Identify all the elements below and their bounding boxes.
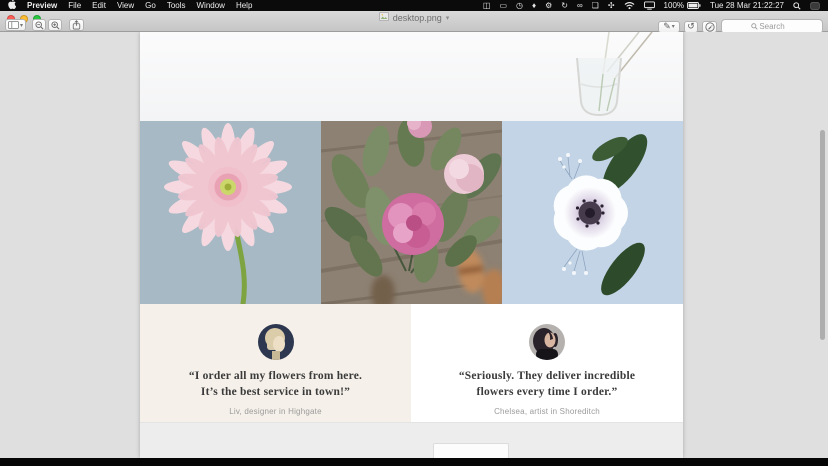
quote-author: Chelsea, artist in Shoreditch — [494, 407, 600, 416]
search-icon — [751, 23, 758, 30]
photo-grid — [140, 121, 683, 304]
battery-icon — [687, 2, 701, 9]
display-icon[interactable]: ▭ — [499, 1, 507, 10]
sidebar-chevron-icon: ▾ — [20, 22, 23, 29]
spotlight-icon[interactable] — [793, 2, 801, 10]
avatar-liv — [258, 324, 294, 360]
next-section — [140, 422, 683, 458]
battery-percent: 100% — [664, 0, 684, 11]
quote-text: “I order all my flowers from here. It’s … — [189, 369, 362, 400]
window-titlebar: desktop.png ▾ ▾ ✎ ▾ — [0, 11, 828, 32]
highlight-button[interactable]: ✎ ▾ — [658, 21, 680, 33]
share-button[interactable] — [69, 19, 84, 31]
menu-file[interactable]: File — [68, 0, 81, 11]
avatar-chelsea — [529, 324, 565, 360]
photo-pink-gerbera — [140, 121, 321, 304]
menu-help[interactable]: Help — [236, 0, 252, 11]
clock-icon[interactable]: ◷ — [516, 1, 523, 10]
control-center-icon[interactable] — [810, 2, 820, 10]
menu-tools[interactable]: Tools — [167, 0, 186, 11]
menu-window[interactable]: Window — [197, 0, 225, 11]
document-icon[interactable]: ❏ — [592, 1, 599, 10]
airdrop-icon[interactable]: ✣ — [608, 1, 615, 10]
menu-bar-status: ◫ ▭ ◷ ♦ ⚙ ↻ ∞ ❏ ✣ 100% Tue 28 Mar 21:22:… — [483, 0, 820, 11]
bottom-screen-edge — [0, 458, 828, 466]
screen: Preview File Edit View Go Tools Window H… — [0, 0, 828, 466]
highlight-chevron-icon: ▾ — [672, 23, 675, 30]
airplay-display-icon[interactable] — [644, 1, 655, 10]
sidebar-toggle-button[interactable]: ▾ — [5, 19, 26, 31]
screen-recording-icon[interactable]: ◫ — [483, 1, 491, 10]
testimonials-section: “I order all my flowers from here. It’s … — [140, 304, 683, 422]
battery-status[interactable]: 100% — [664, 0, 701, 11]
menu-bar: Preview File Edit View Go Tools Window H… — [0, 0, 828, 11]
menu-app-name[interactable]: Preview — [27, 0, 57, 11]
document-proxy-icon — [379, 12, 389, 23]
settings-gear-icon[interactable]: ⚙ — [545, 1, 552, 10]
hero-section — [140, 32, 683, 121]
quote-text: “Seriously. They deliver incredible flow… — [459, 369, 635, 400]
title-chevron-icon[interactable]: ▾ — [446, 14, 450, 22]
vertical-scrollbar-thumb[interactable] — [820, 130, 825, 340]
testimonial-liv: “I order all my flowers from here. It’s … — [140, 304, 411, 422]
zoom-in-button[interactable] — [48, 19, 62, 31]
quote-author: Liv, designer in Highgate — [229, 407, 321, 416]
viewed-image-desktop-png: “I order all my flowers from here. It’s … — [140, 32, 683, 458]
rotate-button[interactable]: ↺ — [684, 21, 698, 33]
pencil-icon: ✎ — [663, 22, 671, 31]
menu-view[interactable]: View — [117, 0, 134, 11]
infinity-icon[interactable]: ∞ — [577, 1, 583, 10]
photo-white-anemone — [502, 121, 683, 304]
window-title: desktop.png — [393, 13, 442, 23]
menu-bar-clock[interactable]: Tue 28 Mar 21:22:27 — [710, 0, 784, 11]
menu-go[interactable]: Go — [145, 0, 156, 11]
menu-edit[interactable]: Edit — [92, 0, 106, 11]
photo-peony-bouquet — [321, 121, 502, 304]
markup-toolbar-button[interactable] — [702, 21, 717, 33]
zoom-out-button[interactable] — [32, 19, 46, 31]
sync-icon[interactable]: ↻ — [561, 1, 568, 10]
testimonial-chelsea: “Seriously. They deliver incredible flow… — [411, 304, 683, 422]
product-card-edge — [433, 443, 509, 458]
wifi-icon[interactable] — [624, 1, 635, 10]
ink-drop-icon[interactable]: ♦ — [532, 1, 536, 10]
rotate-icon: ↺ — [687, 22, 695, 31]
glass-vase-photo — [511, 32, 661, 121]
toolbar-left: ▾ — [5, 19, 84, 31]
preview-canvas: “I order all my flowers from here. It’s … — [0, 32, 828, 458]
